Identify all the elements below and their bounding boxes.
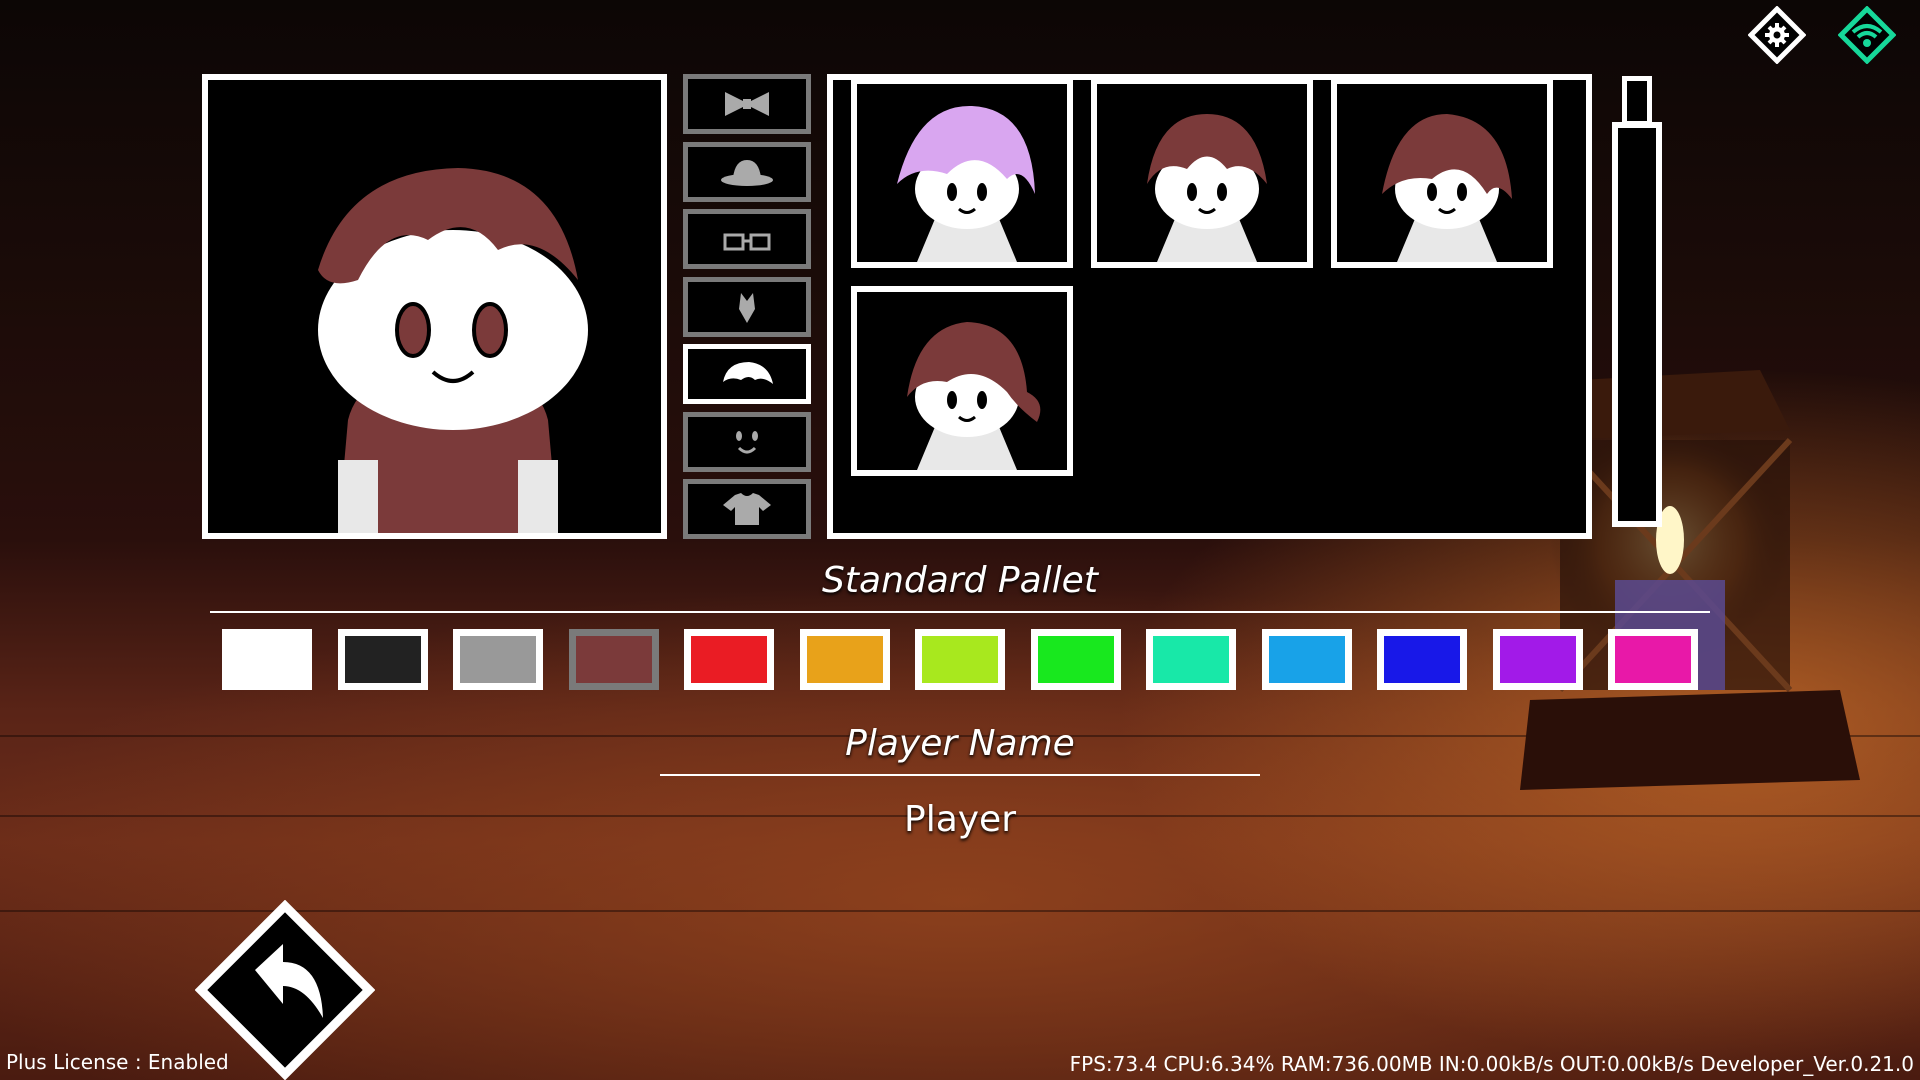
palette-heading: Standard Pallet [822,560,1098,601]
hair-thumbnail-art [897,105,1035,262]
bow-icon [725,92,769,116]
category-tab-hair[interactable] [683,344,811,404]
scrollbar-thumb[interactable] [1622,76,1652,126]
hair-thumbnail-art [1147,114,1267,262]
color-swatch[interactable] [684,629,774,690]
color-swatch[interactable] [1492,629,1583,690]
hair-option-ponytail[interactable] [851,286,1073,476]
hair-thumbnail-art [907,322,1041,470]
status-bar: Plus License : Enabled FPS:73.4 CPU:6.34… [0,1042,1920,1080]
color-swatch[interactable] [915,629,1005,690]
hair-option-lavender[interactable] [851,78,1073,268]
category-tab-face[interactable] [683,411,811,472]
color-swatch[interactable] [453,629,543,690]
shirt-icon [723,493,771,525]
hair-option-messy[interactable] [1331,78,1553,268]
player-name-heading: Player Name [845,723,1075,764]
mouth-accessory-icon [739,292,755,323]
hair-option-short[interactable] [1091,78,1313,268]
settings-icon[interactable] [1748,6,1806,64]
license-status: Plus License : Enabled [6,1050,229,1074]
character-preview-art [318,168,588,533]
color-swatch[interactable] [1146,629,1236,690]
hair-icon [723,362,773,384]
performance-stats: FPS:73.4 CPU:6.34% RAM:736.00MB IN:0.00k… [1069,1052,1914,1076]
scrollbar-track[interactable] [1612,122,1662,527]
color-swatch[interactable] [1261,629,1352,690]
palette-divider [210,611,1710,613]
category-tab-hat[interactable] [683,141,811,202]
color-swatch[interactable] [222,629,312,690]
player-name-divider [660,774,1260,776]
color-swatch[interactable] [568,629,659,690]
player-name-field[interactable]: Player [0,799,1920,840]
category-tab-bow[interactable] [683,74,811,134]
category-tab-shirt[interactable] [683,479,811,539]
category-tab-glasses[interactable] [683,209,811,269]
face-icon [736,430,758,453]
color-swatch[interactable] [1377,629,1467,690]
network-icon[interactable] [1838,6,1896,64]
hat-icon [721,159,773,186]
color-swatch[interactable] [1030,629,1121,690]
category-tab-mouth[interactable] [683,276,811,337]
hair-thumbnail-art [1382,114,1512,262]
color-swatch[interactable] [337,629,428,690]
color-palette [222,629,1698,690]
category-tabs [683,74,811,547]
color-swatch[interactable] [799,629,890,690]
character-preview [202,74,667,539]
glasses-icon [723,233,771,251]
color-swatch[interactable] [1608,629,1698,690]
